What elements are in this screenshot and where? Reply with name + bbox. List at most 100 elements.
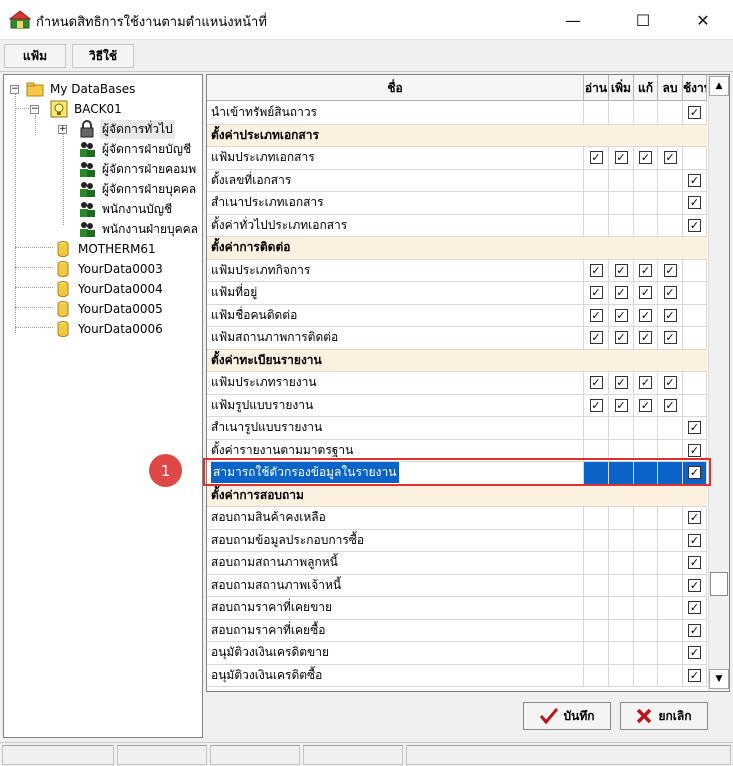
permission-cell-edit[interactable]: ✓ <box>634 147 658 169</box>
permission-cell-read[interactable] <box>584 417 609 439</box>
permission-cell-add[interactable] <box>609 102 634 124</box>
permissions-grid[interactable]: ชื่อ อ่าน เพิ่ม แก้ ลบ ใช้งาน นำเข้าทรัพ… <box>206 74 730 692</box>
tree-root[interactable]: My DataBases <box>26 79 137 99</box>
permission-cell-add[interactable]: ✓ <box>609 147 634 169</box>
permission-cell-edit[interactable]: ✓ <box>634 282 658 304</box>
permission-cell-use[interactable]: ✓ <box>683 664 707 686</box>
column-header-read[interactable]: อ่าน <box>584 75 609 101</box>
permission-cell-add[interactable] <box>609 507 634 529</box>
permission-cell-delete[interactable]: ✓ <box>658 372 683 394</box>
table-row[interactable]: อนุมัติวงเงินเครดิตขาย ✓ <box>207 642 707 665</box>
permission-cell-add[interactable] <box>609 619 634 641</box>
permission-name[interactable]: สอบถามข้อมูลประกอบการซื้อ <box>207 529 584 551</box>
permission-cell-read[interactable]: ✓ <box>584 304 609 326</box>
permission-cell-delete[interactable]: ✓ <box>658 282 683 304</box>
column-header-delete[interactable]: ลบ <box>658 75 683 101</box>
permission-cell-add[interactable]: ✓ <box>609 394 634 416</box>
permission-cell-use[interactable] <box>683 282 707 304</box>
permission-cell-add[interactable]: ✓ <box>609 282 634 304</box>
permission-cell-delete[interactable] <box>658 529 683 551</box>
tree-database-yourdata0003[interactable]: YourData0003 <box>54 259 165 279</box>
checkbox-use[interactable]: ✓ <box>688 218 701 232</box>
table-row[interactable]: สอบถามสถานภาพเจ้าหนี้ ✓ <box>207 574 707 597</box>
checkbox-use[interactable]: ✓ <box>688 601 701 615</box>
permission-cell-edit[interactable] <box>634 552 658 574</box>
tree-database-yourdata0004[interactable]: YourData0004 <box>54 279 165 299</box>
permission-cell-read[interactable] <box>584 507 609 529</box>
table-row[interactable]: สอบถามสินค้าคงเหลือ ✓ <box>207 507 707 530</box>
scroll-up-button[interactable]: ▲ <box>709 76 729 96</box>
permission-cell-read[interactable] <box>584 664 609 686</box>
permission-cell-edit[interactable]: ✓ <box>634 304 658 326</box>
table-row[interactable]: ตั้งเลขที่เอกสาร ✓ <box>207 169 707 192</box>
permission-cell-read[interactable] <box>584 192 609 214</box>
permission-cell-edit[interactable] <box>634 664 658 686</box>
permission-name[interactable]: แฟ้มประเภทกิจการ <box>207 259 584 281</box>
checkbox-read[interactable]: ✓ <box>589 398 603 412</box>
checkbox-delete[interactable]: ✓ <box>663 263 677 277</box>
permission-cell-add[interactable]: ✓ <box>609 372 634 394</box>
permission-cell-delete[interactable] <box>658 192 683 214</box>
checkbox-edit[interactable]: ✓ <box>639 376 652 390</box>
table-row[interactable]: แฟ้มรูปแบบรายงาน ✓ ✓ ✓ ✓ <box>207 394 707 417</box>
checkbox-edit[interactable]: ✓ <box>639 398 652 412</box>
permission-cell-edit[interactable] <box>634 529 658 551</box>
permission-cell-delete[interactable]: ✓ <box>658 259 683 281</box>
table-row[interactable]: สำเนาประเภทเอกสาร ✓ <box>207 192 707 215</box>
grid-scrollbar[interactable]: ▲ ▼ <box>708 75 729 691</box>
permission-cell-add[interactable]: ✓ <box>609 259 634 281</box>
checkbox-add[interactable]: ✓ <box>614 376 628 390</box>
checkbox-use[interactable]: ✓ <box>688 556 701 570</box>
permission-cell-read[interactable] <box>584 102 609 124</box>
table-row[interactable]: แฟ้มประเภทกิจการ ✓ ✓ ✓ ✓ <box>207 259 707 282</box>
permission-cell-use[interactable] <box>683 394 707 416</box>
permission-cell-use[interactable]: ✓ <box>683 102 707 124</box>
permission-cell-edit[interactable] <box>634 597 658 619</box>
permission-cell-add[interactable] <box>609 192 634 214</box>
table-row[interactable]: สอบถามราคาที่เคยขาย ✓ <box>207 597 707 620</box>
scrollbar-thumb[interactable] <box>710 572 728 596</box>
permission-cell-use[interactable]: ✓ <box>683 619 707 641</box>
column-header-add[interactable]: เพิ่ม <box>609 75 634 101</box>
role-expand-toggle[interactable]: + <box>58 125 67 134</box>
checkbox-delete[interactable]: ✓ <box>663 286 677 300</box>
permission-cell-add[interactable] <box>609 529 634 551</box>
checkbox-add[interactable]: ✓ <box>614 263 628 277</box>
permission-name[interactable]: แฟ้มที่อยู่ <box>207 282 584 304</box>
column-header-name[interactable]: ชื่อ <box>207 75 584 101</box>
close-button[interactable]: ✕ <box>680 0 726 40</box>
checkbox-use[interactable]: ✓ <box>688 106 701 120</box>
permission-cell-use[interactable] <box>683 372 707 394</box>
checkbox-add[interactable]: ✓ <box>614 331 628 345</box>
column-header-use[interactable]: ใช้งาน <box>683 75 707 101</box>
tree-role-accounting-manager[interactable]: ผู้จัดการฝ่ายบัญชี <box>78 139 193 159</box>
maximize-button[interactable]: ☐ <box>620 0 666 40</box>
permission-cell-edit[interactable]: ✓ <box>634 372 658 394</box>
permission-cell-use[interactable]: ✓ <box>683 597 707 619</box>
checkbox-use[interactable]: ✓ <box>688 668 701 682</box>
permission-cell-use[interactable]: ✓ <box>683 192 707 214</box>
checkbox-add[interactable]: ✓ <box>614 398 628 412</box>
checkbox-use[interactable]: ✓ <box>688 533 701 547</box>
table-row[interactable]: อนุมัติวงเงินเครดิตซื้อ ✓ <box>207 664 707 687</box>
checkbox-delete[interactable]: ✓ <box>663 376 677 390</box>
tree-role-hr-manager[interactable]: ผู้จัดการฝ่ายบุคคล <box>78 179 198 199</box>
checkbox-use[interactable]: ✓ <box>688 646 701 660</box>
tree-role-accounting-staff[interactable]: พนักงานบัญชี <box>78 199 174 219</box>
table-row[interactable]: แฟ้มประเภทรายงาน ✓ ✓ ✓ ✓ <box>207 372 707 395</box>
grid-section-row[interactable]: ตั้งค่าการติดต่อ <box>207 237 707 260</box>
permission-cell-edit[interactable] <box>634 417 658 439</box>
tree-database-back01[interactable]: BACK01 <box>50 99 124 119</box>
permission-cell-use[interactable]: ✓ <box>683 529 707 551</box>
checkbox-read[interactable]: ✓ <box>589 308 603 322</box>
permission-cell-add[interactable] <box>609 214 634 236</box>
save-button[interactable]: บันทึก <box>523 702 611 730</box>
permission-cell-read[interactable]: ✓ <box>584 327 609 349</box>
permission-cell-use[interactable] <box>683 327 707 349</box>
permission-cell-edit[interactable] <box>634 169 658 191</box>
permission-name[interactable]: แฟ้มประเภทรายงาน <box>207 372 584 394</box>
checkbox-add[interactable]: ✓ <box>614 286 628 300</box>
grid-section-row[interactable]: ตั้งค่าทะเบียนรายงาน <box>207 349 707 372</box>
checkbox-read[interactable]: ✓ <box>589 331 603 345</box>
permission-cell-edit[interactable] <box>634 619 658 641</box>
